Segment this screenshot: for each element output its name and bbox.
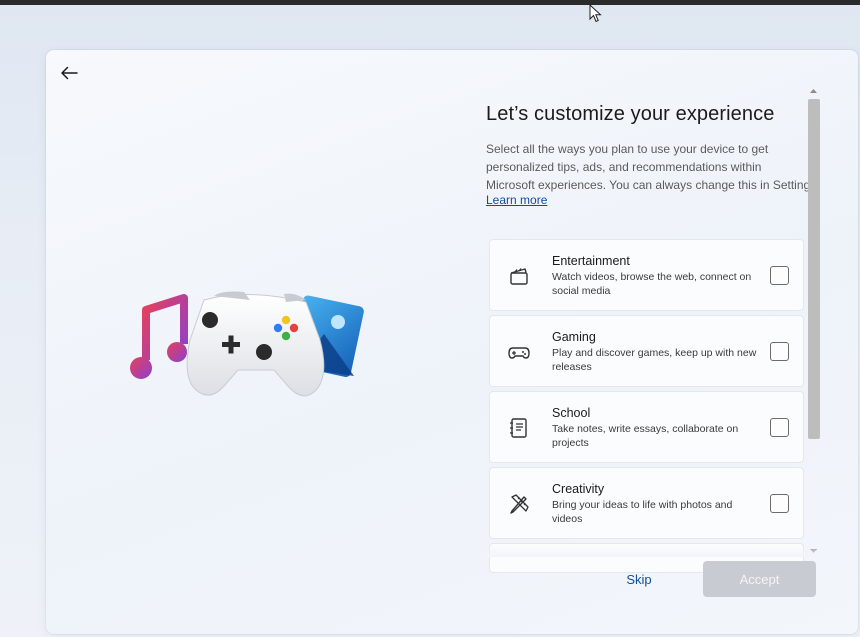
option-school[interactable]: School Take notes, write essays, collabo… <box>489 391 804 463</box>
notebook-icon <box>510 418 527 438</box>
option-gaming[interactable]: Gaming Play and discover games, keep up … <box>489 315 804 387</box>
option-description: Bring your ideas to life with photos and… <box>552 499 733 525</box>
accept-button[interactable]: Accept <box>703 561 816 597</box>
option-description: Watch videos, browse the web, connect on… <box>552 271 752 297</box>
hero-illustration <box>130 291 364 397</box>
customize-panel: Let’s customize your experience Select a… <box>486 85 811 595</box>
music-note-icon <box>130 294 188 379</box>
mouse-pointer-icon <box>589 4 602 23</box>
pen-ruler-icon <box>510 494 529 514</box>
entertainment-checkbox[interactable] <box>770 266 789 285</box>
option-title: Entertainment <box>552 254 630 268</box>
back-arrow-icon <box>61 66 78 80</box>
option-entertainment[interactable]: Entertainment Watch videos, browse the w… <box>489 239 804 311</box>
description-line: Microsoft experiences. You can always ch… <box>486 178 811 192</box>
option-title: School <box>552 406 591 420</box>
description-line: personalized tips, ads, and recommendati… <box>486 160 762 174</box>
scroll-thumb[interactable] <box>808 99 820 439</box>
page-title: Let’s customize your experience <box>486 103 775 125</box>
description-line: Select all the ways you plan to use your… <box>486 142 769 156</box>
option-title: Gaming <box>552 330 596 344</box>
option-creativity[interactable]: Creativity Bring your ideas to life with… <box>489 467 804 539</box>
list-fade <box>486 545 816 557</box>
game-controller-icon <box>186 291 325 397</box>
option-description: Take notes, write essays, collaborate on… <box>552 423 739 449</box>
creativity-checkbox[interactable] <box>770 494 789 513</box>
usage-options-list: Entertainment Watch videos, browse the w… <box>489 239 804 573</box>
page-description: Select all the ways you plan to use your… <box>486 140 811 194</box>
clapperboard-icon <box>510 268 528 285</box>
option-description: Play and discover games, keep up with ne… <box>552 347 757 373</box>
school-checkbox[interactable] <box>770 418 789 437</box>
window-top-edge <box>0 0 860 5</box>
options-scrollbar[interactable] <box>806 85 820 557</box>
scroll-up-arrow-icon[interactable] <box>809 87 818 95</box>
learn-more-link[interactable]: Learn more <box>486 193 547 207</box>
gamepad-icon <box>508 347 530 359</box>
skip-button[interactable]: Skip <box>596 562 682 596</box>
option-title: Creativity <box>552 482 605 496</box>
gaming-checkbox[interactable] <box>770 342 789 361</box>
back-button[interactable] <box>58 62 80 84</box>
